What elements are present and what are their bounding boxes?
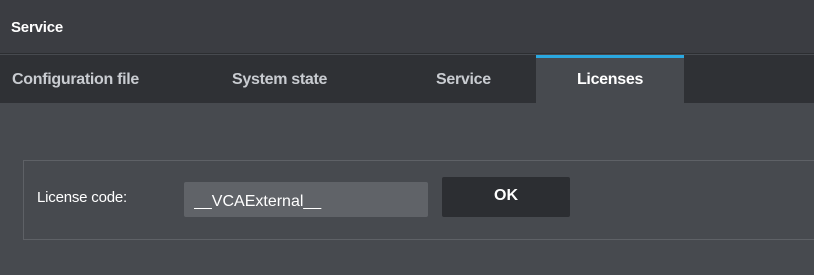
tab-licenses[interactable]: Licenses — [536, 55, 684, 103]
service-page: Service Configuration file System state … — [0, 0, 814, 275]
tab-bar: Configuration file System state Service … — [0, 55, 814, 103]
ok-button[interactable]: OK — [442, 177, 570, 217]
tab-configuration-file[interactable]: Configuration file — [12, 55, 202, 103]
page-title: Service — [11, 19, 63, 36]
tab-system-state[interactable]: System state — [232, 55, 352, 103]
license-code-label: License code: — [37, 189, 127, 206]
title-bar: Service — [0, 0, 814, 54]
tab-service[interactable]: Service — [420, 55, 520, 103]
license-code-input[interactable] — [184, 182, 428, 217]
